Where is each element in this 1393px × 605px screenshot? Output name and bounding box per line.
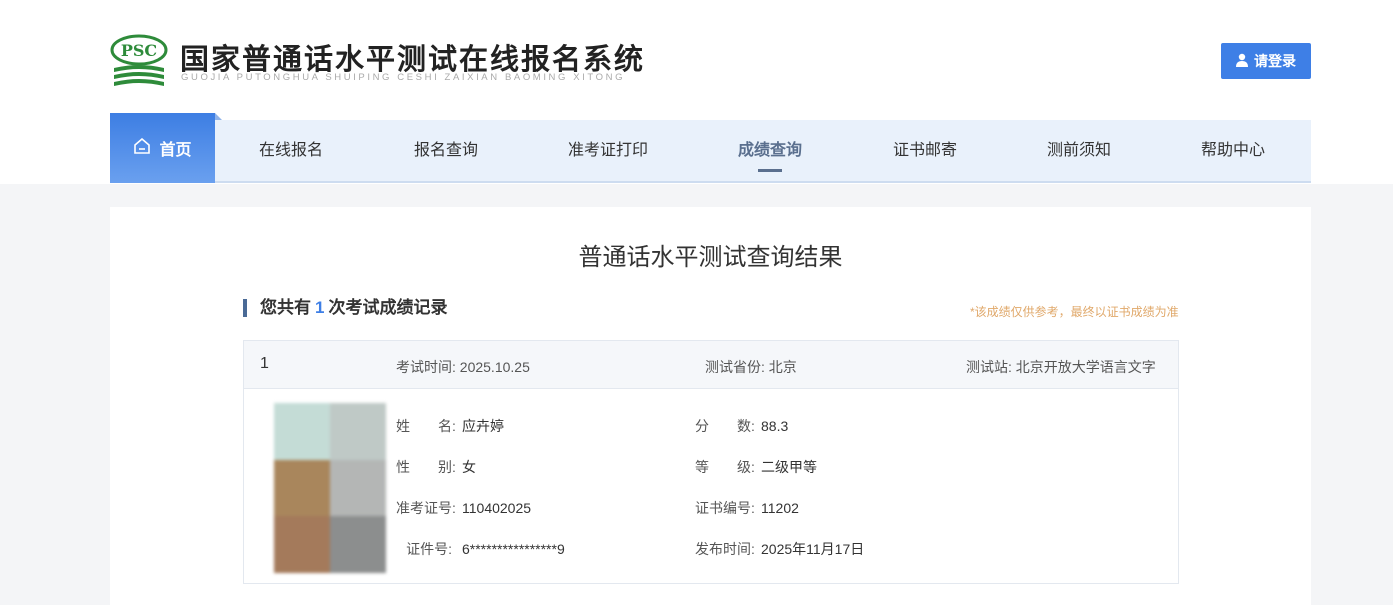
svg-text:PSC: PSC [121,41,157,60]
nav-home-label: 首页 [159,142,192,159]
id-field: 证件号: 6****************9 [396,539,565,559]
exam-time: 考试时间: 2025.10.25 [396,357,530,377]
id-value: 6****************9 [462,541,565,557]
nav-registration-query[interactable]: 报名查询 [371,120,521,181]
level-label: 等 级: [695,459,755,475]
home-icon [133,137,151,159]
publish-value: 2025年11月17日 [761,541,865,557]
score-value: 88.3 [761,418,789,434]
ticket-field: 准考证号: 110402025 [396,498,531,518]
score-record: 1 考试时间: 2025.10.25 测试省份: 北京 测试站: 北京开放大学语… [243,340,1179,584]
score-field: 分 数: 88.3 [695,416,788,436]
login-button[interactable]: 请登录 [1221,43,1311,79]
province-value: 北京 [768,359,797,375]
publish-label: 发布时间: [695,541,755,557]
id-label: 证件号: [406,541,452,557]
test-station: 测试站: 北京开放大学语言文字 [966,357,1156,377]
nav-help-center[interactable]: 帮助中心 [1158,120,1308,181]
main-nav: 首页 在线报名 报名查询 准考证打印 成绩查询 证书邮寄 测前须知 帮助中心 [110,113,1311,183]
disclaimer-note: *该成绩仅供参考，最终以证书成绩为准 [970,305,1179,319]
station-value: 北京开放大学语言文字 [1015,359,1156,375]
login-label: 请登录 [1254,53,1296,69]
score-label: 分 数: [695,418,755,434]
record-header: 1 考试时间: 2025.10.25 测试省份: 北京 测试站: 北京开放大学语… [244,341,1178,389]
publish-field: 发布时间: 2025年11月17日 [695,539,864,559]
record-summary: 您共有 1 次考试成绩记录 [243,299,447,317]
level-value: 二级甲等 [761,459,817,475]
nav-admission-print[interactable]: 准考证打印 [533,120,683,181]
nav-score-query[interactable]: 成绩查询 [695,120,845,181]
candidate-photo [274,403,386,573]
nav-home[interactable]: 首页 [110,113,222,183]
summary-count: 1 [315,298,325,317]
station-label: 测试站: [966,359,1012,375]
summary-prefix: 您共有 [260,298,311,317]
result-title: 普通话水平测试查询结果 [578,244,843,271]
name-field: 姓 名: 应卉婷 [396,416,504,436]
certificate-field: 证书编号: 11202 [695,498,799,518]
gender-value: 女 [462,459,476,475]
test-province: 测试省份: 北京 [705,357,797,377]
ticket-value: 110402025 [462,500,532,516]
summary-suffix: 次考试成绩记录 [328,298,448,317]
nav-certificate-mail[interactable]: 证书邮寄 [850,120,1000,181]
site-subtitle: GUOJIA PUTONGHUA SHUIPING CESHI ZAIXIAN … [181,72,626,83]
ticket-label: 准考证号: [396,500,456,516]
province-label: 测试省份: [705,359,765,375]
exam-time-value: 2025.10.25 [459,359,530,375]
certificate-value: 11202 [761,500,799,516]
psc-logo[interactable]: PSC [110,34,168,90]
name-label: 姓 名: [396,418,456,434]
result-card: 普通话水平测试查询结果 您共有 1 次考试成绩记录 *该成绩仅供参考，最终以证书成绩… [110,207,1311,605]
nav-test-notice[interactable]: 测前须知 [1004,120,1154,181]
nav-online-registration[interactable]: 在线报名 [216,120,366,181]
gender-label: 性 别: [396,459,456,475]
exam-time-label: 考试时间: [396,359,456,375]
level-field: 等 级: 二级甲等 [695,457,817,477]
record-index: 1 [260,355,269,372]
name-value: 应卉婷 [462,418,504,434]
gender-field: 性 别: 女 [396,457,476,477]
user-icon [1236,53,1248,70]
certificate-label: 证书编号: [695,500,755,516]
